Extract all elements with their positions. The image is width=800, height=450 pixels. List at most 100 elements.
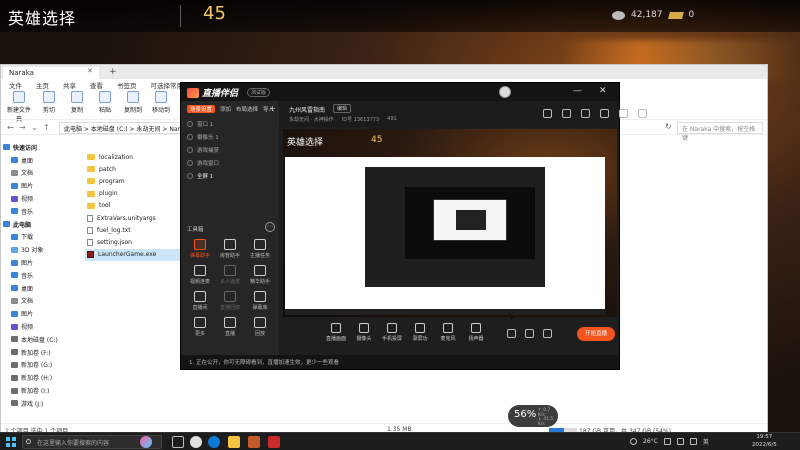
file-explorer-icon[interactable]	[228, 436, 240, 448]
input-language[interactable]: 英	[703, 437, 709, 446]
ribbon-item[interactable]: 查看	[90, 80, 103, 90]
sidebar-item[interactable]: 文档	[3, 167, 79, 180]
sidebar-item[interactable]: 图片	[3, 307, 79, 320]
toolbox-item[interactable]: 直播回放	[215, 291, 245, 311]
close-tab-icon[interactable]: ✕	[87, 67, 93, 75]
sidebar-item[interactable]: 快速访问	[3, 141, 79, 154]
toolbox-item[interactable]: 多人连麦	[215, 265, 245, 285]
sidebar-item[interactable]: 视频	[3, 192, 79, 205]
taskbar-clock[interactable]: 19:57 2022/6/5	[752, 434, 777, 449]
eye-icon[interactable]	[525, 329, 534, 338]
task-view-icon[interactable]	[172, 436, 184, 448]
tab-scene-settings[interactable]: 场景设置	[187, 105, 216, 113]
sidebar-item[interactable]: 新加卷 (H:)	[3, 371, 79, 384]
lock-icon[interactable]	[619, 109, 628, 118]
chevron-up-icon[interactable]	[663, 438, 671, 445]
sidebar-item[interactable]: 音乐	[3, 205, 79, 218]
unlock-icon[interactable]	[581, 109, 590, 118]
phone-cast-button[interactable]: 手机投屏	[379, 323, 405, 342]
sidebar-item[interactable]: 下载	[3, 231, 79, 244]
toolbox-item[interactable]: 主播任务	[245, 239, 275, 259]
user-avatar[interactable]	[499, 86, 511, 98]
ribbon-item[interactable]: 书签页	[117, 80, 137, 90]
speaker-button[interactable]: 扬声器	[463, 323, 489, 342]
record-button[interactable]: 录屏功	[407, 323, 433, 342]
paste-button[interactable]: 粘贴	[91, 91, 119, 114]
move-to-button[interactable]: 移动到	[147, 91, 175, 114]
sidebar-item[interactable]: 文档	[3, 295, 79, 308]
lock-icon[interactable]	[562, 109, 571, 118]
scene-item[interactable]: 游戏窗口	[185, 156, 275, 169]
add-scene-icon[interactable]: +	[269, 104, 276, 113]
sidebar-item[interactable]: 图片	[3, 179, 79, 192]
file-row[interactable]: localization	[85, 151, 185, 163]
sidebar-item[interactable]: 音乐	[3, 269, 79, 282]
video-icon[interactable]	[507, 329, 516, 338]
back-arrow-icon[interactable]: ←	[7, 123, 14, 132]
scene-item[interactable]: 游戏捕获	[185, 143, 275, 156]
network-icon[interactable]	[676, 438, 684, 445]
add-tab-icon[interactable]: +	[109, 67, 117, 77]
explorer-search-input[interactable]: 在 Naraka 中搜索，按空格键	[677, 122, 763, 142]
minimize-icon[interactable]: —	[573, 86, 582, 96]
file-row[interactable]: plugin	[85, 188, 185, 200]
scene-item[interactable]: 窗口 1	[185, 117, 275, 130]
volume-icon[interactable]	[689, 438, 697, 445]
scene-item[interactable]: 全屏 1	[185, 169, 275, 182]
file-row[interactable]: LauncherGame.exe	[85, 248, 185, 261]
windows-start-icon[interactable]	[6, 437, 16, 447]
file-row[interactable]: patch	[85, 163, 185, 175]
toolbox-item[interactable]: 直播间	[185, 291, 215, 311]
taskbar-search-highlight-icon[interactable]	[140, 436, 152, 448]
camera-button[interactable]: 摄像头	[351, 323, 377, 342]
toolbox-item[interactable]: 弹幕库	[245, 291, 275, 311]
app-circle-icon[interactable]	[190, 436, 202, 448]
explorer-tab[interactable]: Naraka	[3, 67, 99, 79]
game-app-icon[interactable]	[248, 436, 260, 448]
share-icon[interactable]	[638, 109, 647, 118]
sidebar-item[interactable]: 图片	[3, 256, 79, 269]
sidebar-item[interactable]: 新加卷 (G:)	[3, 359, 79, 372]
edge-browser-icon[interactable]	[208, 436, 220, 448]
toolbox-item[interactable]: 弹幕助手	[185, 239, 215, 259]
file-row[interactable]: ExtraVars.unityargs	[85, 212, 185, 224]
toolbox-item[interactable]: 房管助手	[215, 239, 245, 259]
sidebar-item[interactable]: 桌面	[3, 282, 79, 295]
start-live-button[interactable]: 开始直播	[577, 327, 615, 341]
copy-to-button[interactable]: 复制到	[119, 91, 147, 114]
sidebar-item[interactable]: 新加卷 (F:)	[3, 346, 79, 359]
ribbon-item[interactable]: 共享	[63, 80, 76, 90]
ribbon-item[interactable]: 主页	[36, 80, 49, 90]
forward-arrow-icon[interactable]: →	[19, 123, 26, 132]
toolbox-item[interactable]: 更多	[185, 317, 215, 337]
gift-icon[interactable]	[543, 109, 552, 118]
close-icon[interactable]: ✕	[599, 86, 607, 96]
toolbox-item[interactable]: 回放	[245, 317, 275, 337]
room-edit-button[interactable]: 编辑	[333, 104, 352, 113]
recent-chevron-icon[interactable]: ⌄	[31, 123, 38, 132]
up-arrow-icon[interactable]: ↑	[43, 123, 50, 132]
sidebar-item[interactable]: 本地磁盘 (C:)	[3, 333, 79, 346]
tab-layout[interactable]: 布局选择	[236, 105, 258, 113]
refresh-icon[interactable]: ↻	[665, 122, 672, 131]
screen-capture-button[interactable]: 直播画面	[323, 323, 349, 342]
performance-widget[interactable]: 56% ↑ 0.7 K/s ↓ 41.5 K/s	[508, 405, 558, 427]
sidebar-item[interactable]: 游戏 (J:)	[3, 397, 79, 410]
toolbox-item[interactable]: 精华助手	[245, 265, 275, 285]
file-row[interactable]: fuel_log.txt	[85, 224, 185, 236]
streaming-app-icon[interactable]	[268, 436, 280, 448]
file-row[interactable]: setting.json	[85, 236, 185, 248]
scene-item[interactable]: 摄像头 1	[185, 130, 275, 143]
sidebar-item[interactable]: 桌面	[3, 154, 79, 167]
sidebar-item[interactable]: 3D 对象	[3, 243, 79, 256]
copy-button[interactable]: 复制	[63, 91, 91, 114]
tab-add[interactable]: 添加	[220, 105, 231, 113]
toolbox-item[interactable]: 直播	[215, 317, 245, 337]
file-row[interactable]: program	[85, 175, 185, 187]
microphone-button[interactable]: 麦克风	[435, 323, 461, 342]
ribbon-item[interactable]: 文件	[9, 80, 22, 90]
stream-preview[interactable]: 英雄选择 45	[283, 129, 617, 317]
address-bar[interactable]: 此电脑 > 本地磁盘 (C:) > 永劫无间 > Naraka	[59, 122, 187, 134]
file-row[interactable]: tool	[85, 200, 185, 212]
toolbox-more-icon[interactable]: ⋯	[265, 222, 275, 232]
